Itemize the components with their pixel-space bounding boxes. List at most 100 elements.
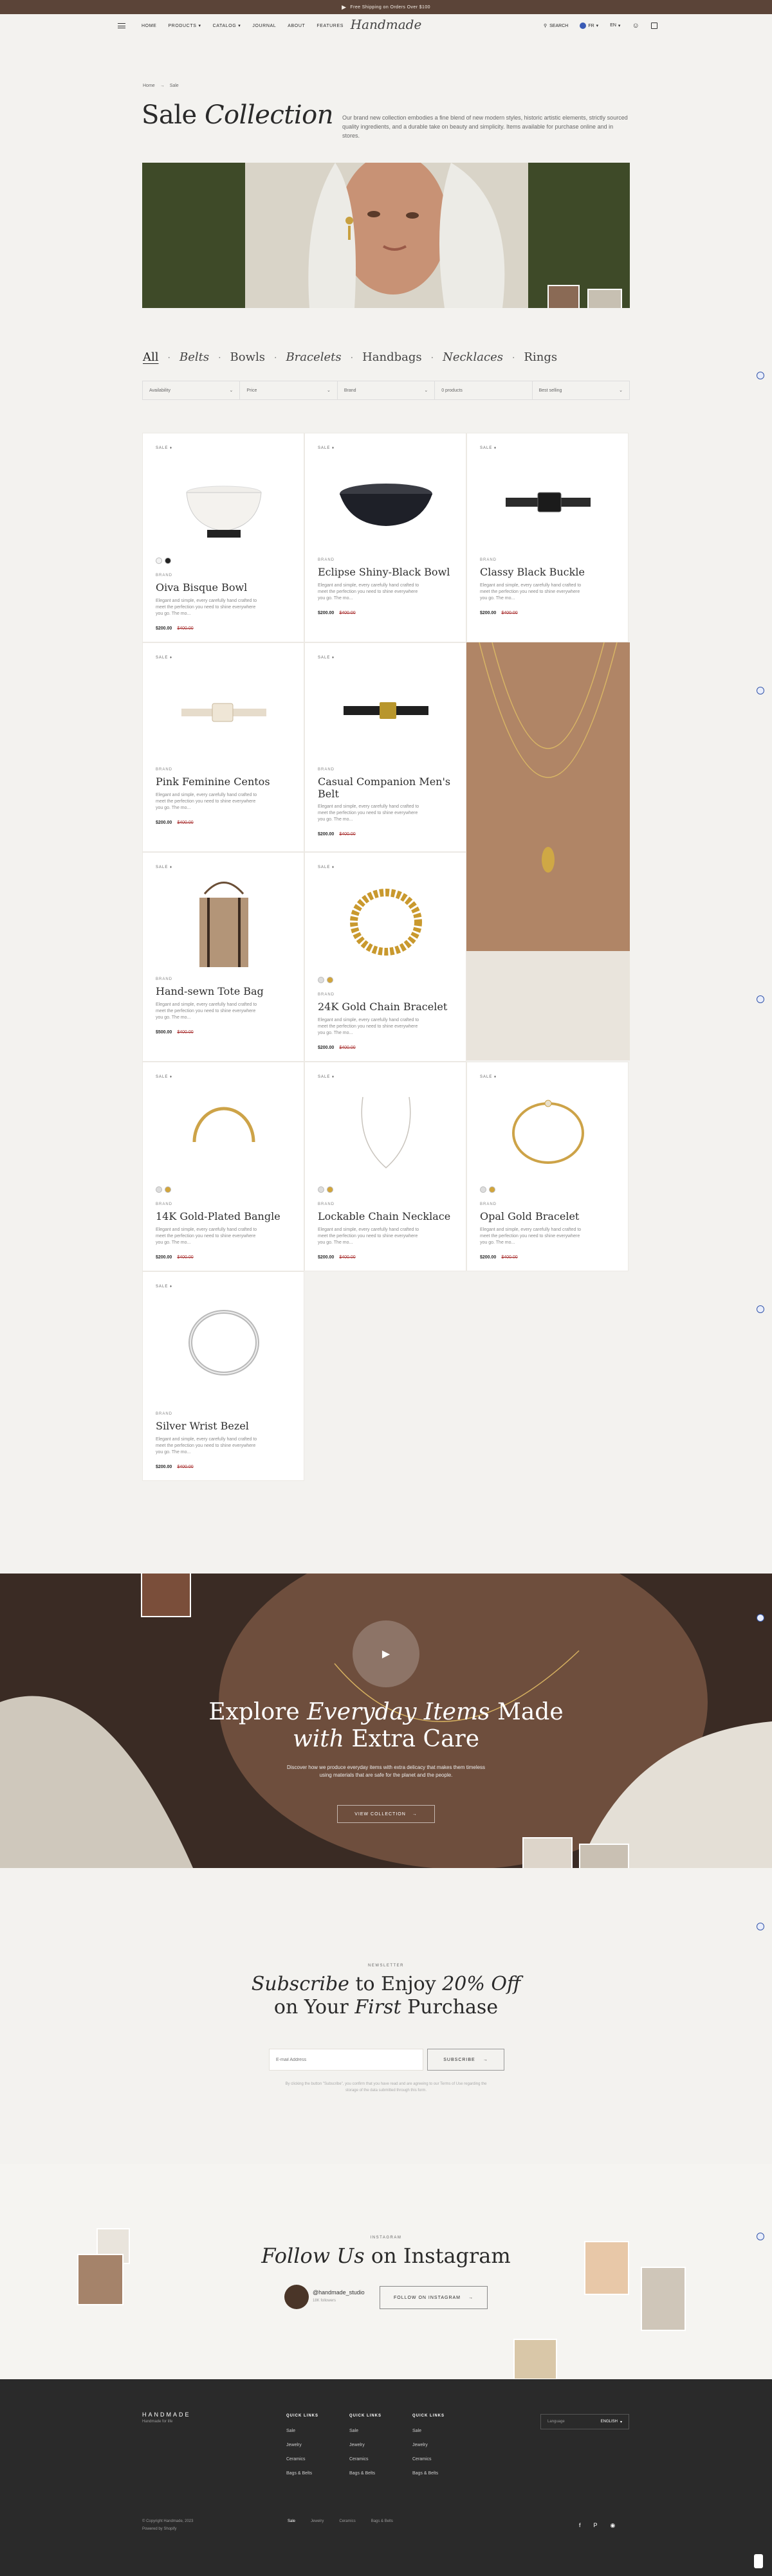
footer-legal-link[interactable]: Sale <box>288 2519 295 2523</box>
insta-photo-3[interactable] <box>584 2241 629 2295</box>
footer-legal-link[interactable]: Bags & Belts <box>371 2519 393 2523</box>
filter-availability[interactable]: Availability ⌄ <box>143 381 241 399</box>
menu-icon[interactable] <box>118 23 125 28</box>
product-name[interactable]: 24K Gold Chain Bracelet <box>318 1001 453 1013</box>
product-card[interactable]: SALE ♦ BRAND Casual Companion Men's Belt… <box>304 642 466 852</box>
footer-link[interactable]: Jewelry <box>349 2438 381 2453</box>
tab-bowls[interactable]: Bowls <box>230 350 265 364</box>
tab-all[interactable]: All <box>143 350 159 364</box>
footer-link[interactable]: Sale <box>286 2424 318 2438</box>
product-card[interactable]: SALE ♦ BRAND Classy Black Buckle Elegant… <box>466 433 629 642</box>
product-name[interactable]: 14K Gold-Plated Bangle <box>156 1210 291 1222</box>
product-card[interactable]: SALE ♦ BRAND Eclipse Shiny-Black Bowl El… <box>304 433 466 642</box>
footer-link[interactable]: Ceramics <box>412 2453 445 2467</box>
footer-link[interactable]: Bags & Belts <box>286 2467 318 2481</box>
swatch-silver[interactable] <box>318 977 324 983</box>
tab-necklaces[interactable]: Necklaces <box>443 350 503 364</box>
swatch-white[interactable] <box>156 558 162 564</box>
filter-price[interactable]: Price ⌄ <box>240 381 338 399</box>
footer-link[interactable]: Ceramics <box>286 2453 318 2467</box>
nav-catalog[interactable]: CATALOG ▾ <box>213 23 241 29</box>
currency-selector[interactable]: FR ▾ <box>580 23 598 29</box>
cart-icon[interactable] <box>650 23 657 29</box>
product-name[interactable]: Eclipse Shiny-Black Bowl <box>318 566 453 578</box>
side-widget-icon[interactable] <box>757 687 764 694</box>
product-image[interactable] <box>156 875 292 971</box>
footer-link[interactable]: Sale <box>349 2424 381 2438</box>
breadcrumb-home[interactable]: Home <box>143 84 155 88</box>
nav-journal[interactable]: JOURNAL <box>252 23 276 28</box>
product-card[interactable]: SALE ♦ BRAND Pink Feminine Centos Elegan… <box>142 642 304 852</box>
side-widget-icon[interactable] <box>757 372 764 379</box>
footer-link[interactable]: Jewelry <box>286 2438 318 2453</box>
swatch-silver[interactable] <box>318 1186 324 1193</box>
product-image[interactable] <box>156 455 292 552</box>
product-card[interactable]: SALE ♦ BRAND Hand-sewn Tote Bag Elegant … <box>142 852 304 1062</box>
product-card[interactable]: SALE ♦ BRAND 14K Gold-Plated Bangle Eleg… <box>142 1062 304 1271</box>
footer-legal-link[interactable]: Jewelry <box>311 2519 324 2523</box>
footer-link[interactable]: Bags & Belts <box>349 2467 381 2481</box>
search-button[interactable]: ⚲ SEARCH <box>544 23 568 29</box>
subscribe-button[interactable]: SUBSCRIBE → <box>427 2049 504 2071</box>
tab-rings[interactable]: Rings <box>524 350 557 364</box>
product-card[interactable]: SALE ♦ BRAND Lockable Chain Necklace Ele… <box>304 1062 466 1271</box>
video-thumb-2[interactable] <box>579 1844 629 1868</box>
avatar[interactable] <box>284 2285 309 2309</box>
swatch-gold[interactable] <box>327 1186 333 1193</box>
chat-icon[interactable] <box>754 2554 763 2568</box>
swatch-silver[interactable] <box>156 1186 162 1193</box>
play-button[interactable]: ▶ <box>353 1620 419 1687</box>
follow-instagram-button[interactable]: FOLLOW ON INSTAGRAM → <box>380 2286 488 2309</box>
product-image[interactable] <box>318 875 454 971</box>
insta-photo-4[interactable] <box>641 2267 686 2331</box>
view-collection-button[interactable]: VIEW COLLECTION → <box>337 1805 435 1823</box>
nav-about[interactable]: ABOUT <box>288 23 305 28</box>
product-image[interactable] <box>156 665 292 761</box>
product-image[interactable] <box>318 665 454 761</box>
video-thumb-1[interactable] <box>522 1837 573 1868</box>
product-name[interactable]: Opal Gold Bracelet <box>480 1210 615 1222</box>
account-icon[interactable]: ☺ <box>632 22 639 30</box>
product-card[interactable]: SALE ♦ BRAND Oiva Bisque Bowl Elegant an… <box>142 433 304 642</box>
product-image[interactable] <box>156 1084 292 1181</box>
pinterest-icon[interactable]: P <box>594 2522 598 2529</box>
swatch-gold[interactable] <box>489 1186 495 1193</box>
product-image[interactable] <box>318 1084 454 1181</box>
side-widget-icon[interactable] <box>757 1923 764 1930</box>
swatch-gold[interactable] <box>327 977 333 983</box>
insta-photo-2[interactable] <box>77 2254 124 2305</box>
insta-photo-5[interactable] <box>513 2339 557 2380</box>
language-selector[interactable]: EN ▾ <box>610 23 620 28</box>
product-name[interactable]: Casual Companion Men's Belt <box>318 776 453 800</box>
nav-products[interactable]: PRODUCTS ▾ <box>168 23 201 29</box>
hero-thumb-2[interactable] <box>587 289 622 308</box>
site-logo[interactable]: Handmade <box>347 17 425 32</box>
nav-home[interactable]: HOME <box>142 23 156 28</box>
product-card[interactable]: SALE ♦ BRAND Silver Wrist Bezel Elegant … <box>142 1271 304 1481</box>
footer-logo[interactable]: HANDMADE <box>142 2411 191 2418</box>
hero-thumb-1[interactable] <box>547 285 580 308</box>
video-thumb-top[interactable] <box>141 1574 191 1617</box>
side-widget-icon[interactable] <box>757 1614 764 1622</box>
side-widget-icon[interactable] <box>757 1305 764 1313</box>
product-image[interactable] <box>318 455 454 552</box>
swatch-black[interactable] <box>165 558 171 564</box>
product-name[interactable]: Classy Black Buckle <box>480 566 615 578</box>
facebook-icon[interactable]: f <box>579 2522 581 2529</box>
footer-powered[interactable]: Powered by Shopify <box>142 2527 176 2531</box>
product-card[interactable]: SALE ♦ BRAND 24K Gold Chain Bracelet Ele… <box>304 852 466 1062</box>
side-widget-icon[interactable] <box>757 2233 764 2240</box>
footer-link[interactable]: Jewelry <box>412 2438 445 2453</box>
product-image[interactable] <box>480 455 616 552</box>
tab-bracelets[interactable]: Bracelets <box>286 350 341 364</box>
swatch-gold[interactable] <box>165 1186 171 1193</box>
product-name[interactable]: Pink Feminine Centos <box>156 776 291 788</box>
instagram-handle[interactable]: @handmade_studio <box>313 2289 365 2296</box>
footer-legal-link[interactable]: Ceramics <box>339 2519 355 2523</box>
footer-language-selector[interactable]: Language ENGLISH ▾ <box>540 2414 629 2429</box>
product-name[interactable]: Hand-sewn Tote Bag <box>156 985 291 997</box>
product-name[interactable]: Lockable Chain Necklace <box>318 1210 453 1222</box>
tab-handbags[interactable]: Handbags <box>362 350 422 364</box>
instagram-icon[interactable]: ◉ <box>611 2522 616 2529</box>
product-image[interactable] <box>480 1084 616 1181</box>
